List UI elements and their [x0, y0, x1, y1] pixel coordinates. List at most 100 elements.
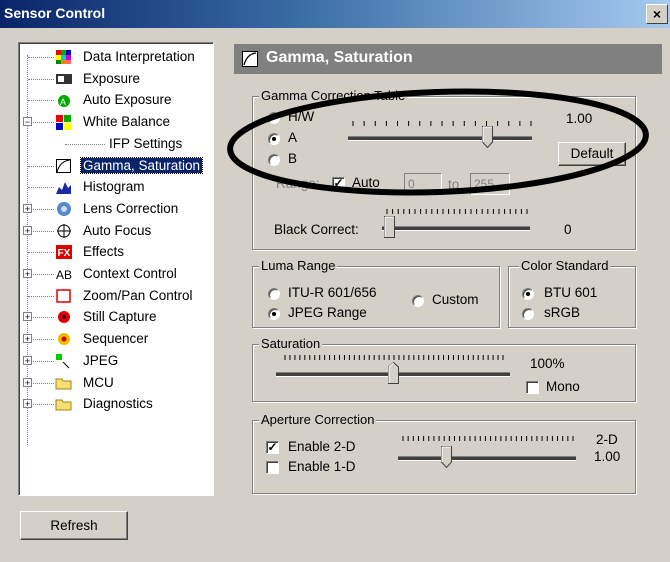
- aperture-value: 1.00: [594, 449, 621, 464]
- tree-item-context-control[interactable]: + AB Context Control: [19, 264, 213, 285]
- saturation-ticks: [284, 355, 504, 360]
- fx-icon: FX: [56, 245, 72, 260]
- tree-item-zoom-pan-control[interactable]: Zoom/Pan Control: [19, 286, 213, 307]
- tree-connector: [28, 165, 54, 167]
- black-correct-thumb[interactable]: [384, 216, 395, 238]
- tree-item-auto-focus[interactable]: + Auto Focus: [19, 221, 213, 242]
- panel-title: Gamma, Saturation: [266, 49, 413, 66]
- color-btu601-radio[interactable]: [522, 288, 534, 300]
- tree-item-sequencer[interactable]: + Sequencer: [19, 329, 213, 350]
- exposure-icon: [56, 73, 72, 84]
- title-bar[interactable]: Sensor Control ×: [0, 0, 670, 28]
- tree-connector: [28, 100, 54, 102]
- refresh-button[interactable]: Refresh: [20, 511, 128, 540]
- tree-item-label: IFP Settings: [109, 135, 183, 151]
- luma-itu-radio[interactable]: [268, 288, 280, 300]
- gamma-b-radio[interactable]: [268, 154, 280, 166]
- panel-header: Gamma, Saturation: [234, 44, 662, 74]
- enable-1d-checkbox[interactable]: [266, 461, 279, 474]
- gamma-hw-radio[interactable]: [268, 112, 280, 124]
- tree-item-diagnostics[interactable]: + Diagnostics: [19, 394, 213, 415]
- gamma-a-label: A: [288, 130, 298, 145]
- mono-label: Mono: [546, 379, 580, 394]
- expand-icon[interactable]: +: [23, 334, 32, 344]
- color-grid-icon: [56, 50, 71, 64]
- expand-icon[interactable]: +: [23, 377, 32, 387]
- tree-connector: [28, 295, 54, 297]
- aperture-thumb[interactable]: [440, 446, 452, 468]
- luma-jpeg-radio[interactable]: [268, 308, 280, 320]
- tree-item-auto-exposure[interactable]: A Auto Exposure: [19, 90, 213, 111]
- tree-item-data-interpretation[interactable]: Data Interpretation: [19, 47, 213, 68]
- luma-custom-radio[interactable]: [412, 295, 424, 307]
- color-srgb-label: sRGB: [544, 305, 581, 320]
- tree-connector: [28, 57, 54, 58]
- aperture-track[interactable]: [398, 456, 576, 461]
- expand-icon[interactable]: +: [23, 203, 32, 213]
- window-title: Sensor Control: [4, 5, 106, 21]
- tree-item-still-capture[interactable]: + Still Capture: [19, 307, 213, 328]
- gamma-curve-icon: [56, 158, 71, 173]
- black-correct-track[interactable]: [382, 226, 530, 231]
- auto-checkbox[interactable]: ✓: [332, 177, 345, 190]
- luma-itu-label: ITU-R 601/656: [288, 285, 377, 300]
- range-to-field[interactable]: 255: [470, 173, 510, 195]
- default-button[interactable]: Default: [558, 142, 626, 166]
- expand-icon[interactable]: +: [23, 399, 32, 409]
- gamma-b-label: B: [288, 151, 298, 166]
- expand-icon[interactable]: +: [23, 355, 32, 365]
- range-from-field[interactable]: 0: [404, 173, 442, 195]
- aperture-ticks: [402, 436, 574, 441]
- close-button[interactable]: ×: [646, 4, 668, 24]
- expand-icon[interactable]: +: [23, 225, 32, 235]
- luma-jpeg-label: JPEG Range: [288, 305, 367, 320]
- saturation-value: 100%: [530, 356, 565, 371]
- tree-item-label: Data Interpretation: [83, 49, 195, 64]
- expand-icon[interactable]: +: [23, 269, 32, 279]
- sequencer-icon: [58, 333, 70, 346]
- lens-icon: [57, 201, 71, 216]
- tree-item-label: Auto Focus: [83, 222, 152, 238]
- black-correct-label: Black Correct:: [274, 222, 359, 237]
- tree-item-gamma-saturation[interactable]: Gamma, Saturation: [19, 156, 213, 177]
- tree-item-mcu[interactable]: + MCU: [19, 373, 213, 394]
- gamma-a-radio[interactable]: [268, 133, 280, 145]
- tree-item-label: Auto Exposure: [83, 92, 172, 108]
- tree-item-label: Diagnostics: [83, 396, 153, 412]
- tree-connector: [65, 143, 105, 145]
- enable-2d-checkbox[interactable]: ✓: [266, 441, 279, 454]
- histogram-icon: [56, 182, 71, 195]
- gamma-slider-thumb[interactable]: [481, 126, 493, 148]
- gamma-slider-track[interactable]: [348, 136, 532, 141]
- collapse-icon[interactable]: −: [23, 117, 32, 127]
- expand-icon[interactable]: +: [23, 312, 32, 322]
- settings-tree[interactable]: Data Interpretation Exposure A Auto Exposur…: [18, 42, 214, 496]
- tree-item-lens-correction[interactable]: + Lens Correction: [19, 199, 213, 220]
- svg-text:AB: AB: [56, 268, 72, 282]
- enable-1d-label: Enable 1-D: [288, 459, 356, 474]
- saturation-thumb[interactable]: [387, 362, 399, 384]
- black-correct-value: 0: [564, 222, 572, 237]
- folder-icon: [55, 399, 72, 411]
- tree-item-exposure[interactable]: Exposure: [19, 69, 213, 90]
- tree-item-histogram[interactable]: Histogram: [19, 177, 213, 198]
- tree-item-label: Gamma, Saturation: [79, 156, 204, 174]
- tree-item-effects[interactable]: FX Effects: [19, 242, 213, 263]
- tree-item-label: Zoom/Pan Control: [83, 287, 193, 303]
- color-srgb-radio[interactable]: [522, 308, 534, 320]
- gamma-group-label: Gamma Correction Table: [259, 88, 408, 103]
- tree-item-jpeg[interactable]: + JPEG: [19, 351, 213, 372]
- tree-item-label: JPEG: [83, 352, 119, 368]
- jpeg-icon: [56, 353, 70, 369]
- zoom-icon: [56, 288, 71, 303]
- tree-item-label: Effects: [83, 244, 125, 260]
- svg-text:FX: FX: [58, 248, 71, 259]
- range-label: Range:: [276, 176, 320, 191]
- tree-item-white-balance[interactable]: − White Balance: [19, 112, 213, 133]
- svg-text:A: A: [60, 97, 66, 107]
- auto-exposure-icon: A: [58, 95, 70, 108]
- tree-item-ifp-settings[interactable]: IFP Settings: [19, 134, 213, 155]
- mono-checkbox[interactable]: [526, 381, 539, 394]
- sensor-control-window: Sensor Control × Data Interpretation Expo…: [0, 0, 670, 562]
- luma-custom-label: Custom: [432, 292, 479, 307]
